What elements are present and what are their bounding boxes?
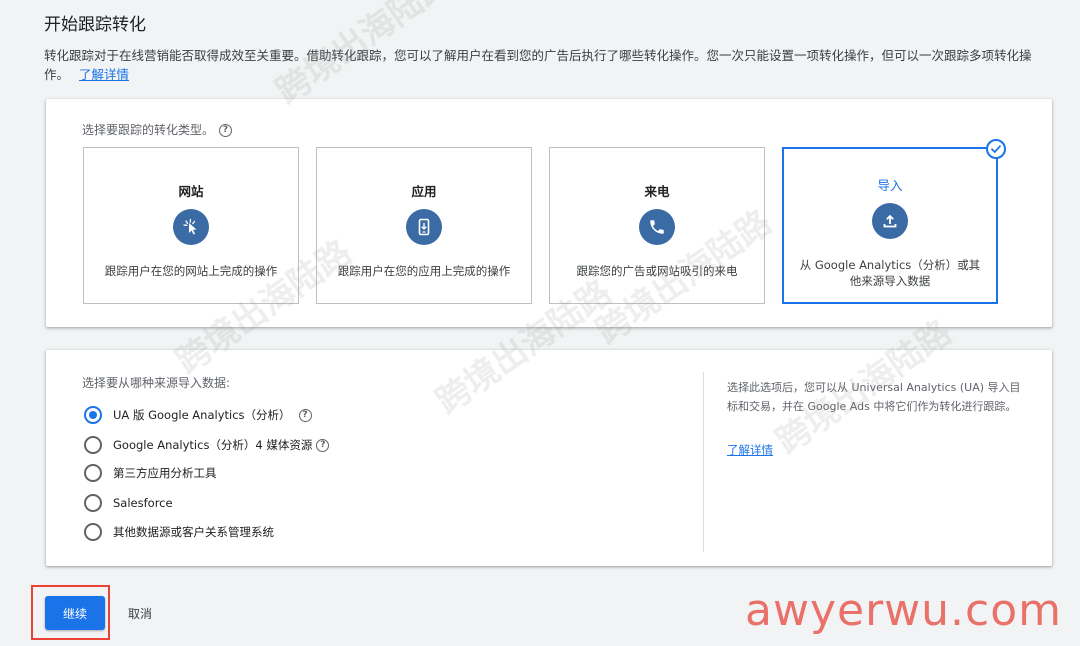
- radio-button[interactable]: [84, 406, 102, 424]
- conversion-type-label: 选择要跟踪的转化类型。?: [82, 121, 233, 138]
- radio-option-ga4[interactable]: Google Analytics（分析）4 媒体资源 ?: [84, 435, 330, 455]
- option-website-desc: 跟踪用户在您的网站上完成的操作: [104, 264, 278, 278]
- page-title: 开始跟踪转化: [44, 15, 146, 35]
- radio-button[interactable]: [84, 464, 102, 482]
- continue-button[interactable]: 继续: [45, 596, 105, 630]
- option-app-title: 应用: [411, 184, 437, 199]
- upload-icon: [872, 203, 908, 239]
- radio-option-third-party[interactable]: 第三方应用分析工具: [84, 463, 217, 483]
- divider: [703, 372, 704, 552]
- option-website-title: 网站: [178, 184, 204, 199]
- radio-button[interactable]: [84, 436, 102, 454]
- option-website[interactable]: 网站 跟踪用户在您的网站上完成的操作: [83, 147, 299, 304]
- radio-label: Salesforce: [113, 496, 173, 510]
- option-phone[interactable]: 来电 跟踪您的广告或网站吸引的来电: [549, 147, 765, 304]
- watermark-site: awyerwu.com: [745, 585, 1062, 636]
- option-app-desc: 跟踪用户在您的应用上完成的操作: [337, 264, 511, 278]
- cursor-click-icon: [173, 209, 209, 245]
- check-icon: [986, 139, 1006, 159]
- help-icon[interactable]: ?: [298, 408, 312, 422]
- option-import[interactable]: 导入 从 Google Analytics（分析）或其他来源导入数据: [782, 139, 1006, 304]
- option-import-desc: 从 Google Analytics（分析）或其他来源导入数据: [799, 258, 981, 288]
- radio-label: 第三方应用分析工具: [113, 466, 217, 480]
- radio-option-other-crm[interactable]: 其他数据源或客户关系管理系统: [84, 522, 274, 542]
- option-app[interactable]: 应用 跟踪用户在您的应用上完成的操作: [316, 147, 532, 304]
- import-source-card: 选择要从哪种来源导入数据: UA 版 Google Analytics（分析） …: [46, 350, 1052, 566]
- conversion-type-label-text: 选择要跟踪的转化类型。: [82, 123, 215, 137]
- mobile-app-icon: [406, 209, 442, 245]
- radio-button[interactable]: [84, 523, 102, 541]
- radio-label: Google Analytics（分析）4 媒体资源: [113, 438, 313, 452]
- conversion-type-card: 选择要跟踪的转化类型。? 网站 跟踪用户在您的网站上完成的操作 应用 跟踪用户在…: [46, 99, 1052, 327]
- intro-text: 转化跟踪对于在线营销能否取得成效至关重要。借助转化跟踪，您可以了解用户在看到您的…: [44, 46, 1054, 84]
- import-source-description: 选择此选项后，您可以从 Universal Analytics (UA) 导入目…: [727, 381, 1021, 413]
- radio-button[interactable]: [84, 494, 102, 512]
- option-import-title: 导入: [877, 178, 903, 193]
- intro-learn-more-link[interactable]: 了解详情: [79, 67, 129, 82]
- radio-option-ua[interactable]: UA 版 Google Analytics（分析） ?: [84, 405, 312, 425]
- import-source-label: 选择要从哪种来源导入数据:: [82, 376, 231, 390]
- phone-icon: [639, 209, 675, 245]
- radio-option-salesforce[interactable]: Salesforce: [84, 493, 173, 513]
- option-phone-desc: 跟踪您的广告或网站吸引的来电: [576, 264, 738, 278]
- help-icon[interactable]: ?: [316, 438, 330, 452]
- side-learn-more-link[interactable]: 了解详情: [727, 442, 773, 458]
- radio-label: UA 版 Google Analytics（分析）: [113, 408, 291, 422]
- cancel-button[interactable]: 取消: [122, 596, 158, 630]
- help-icon[interactable]: ?: [219, 124, 233, 137]
- radio-label: 其他数据源或客户关系管理系统: [113, 525, 274, 539]
- intro-body: 转化跟踪对于在线营销能否取得成效至关重要。借助转化跟踪，您可以了解用户在看到您的…: [44, 48, 1032, 82]
- option-phone-title: 来电: [644, 184, 670, 199]
